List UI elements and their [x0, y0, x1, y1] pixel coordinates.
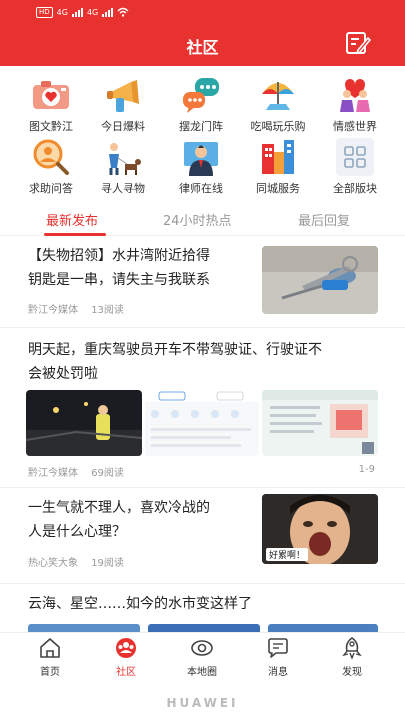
article-title: 云海、星空……如今的水市变这样了 [28, 596, 252, 612]
tab-latest[interactable]: 最新发布 [46, 210, 98, 229]
nav-label: 首页 [40, 667, 60, 678]
tab-last-reply[interactable]: 最后回复 [298, 210, 350, 229]
e-license-thumbnail [262, 390, 378, 456]
grid-item-lawyer-online[interactable]: 律师在线 [166, 132, 236, 195]
app-screenshot-thumbnail [145, 390, 259, 456]
couple-icon [340, 79, 370, 112]
person-dog-icon [109, 143, 141, 175]
nav-home[interactable]: 首页 [20, 637, 80, 678]
nav-label: 本地圈 [187, 667, 217, 678]
nav-discover[interactable]: 发现 [322, 637, 382, 678]
article-source: 黔江今媒体 [28, 305, 78, 316]
image-count: 1-9 [358, 464, 375, 475]
wifi-icon [117, 7, 129, 17]
message-icon [268, 638, 288, 658]
grid-label: 同城服务 [256, 182, 300, 195]
article-reads: 69阅读 [91, 468, 124, 479]
police-night-thumbnail [26, 390, 142, 456]
status-bar: HD 4G 4G [0, 0, 405, 24]
megaphone-icon [107, 80, 139, 112]
article-meta: 黔江今媒体 13阅读 [28, 301, 124, 316]
meme-caption: 好累啊！ [266, 548, 309, 561]
article-meta: 黔江今媒体 69阅读 [28, 464, 124, 479]
article-reads: 13阅读 [91, 305, 124, 316]
local-circle-icon [191, 640, 213, 656]
article-title: 明天起，重庆驾驶员开车不带驾驶证、行驶证不 会被处罚啦 [28, 342, 322, 382]
article-title: 【失物招领】水井湾附近拾得 钥匙是一串，请失主与我联系 [28, 248, 210, 288]
grid-item-all-sections[interactable]: 全部版块 [320, 132, 390, 195]
article-item[interactable]: 一生气就不理人，喜欢冷战的 人是什么心理？ 热心笑大象 19阅读 好累啊！ [0, 488, 405, 584]
all-sections-icon [336, 138, 374, 176]
grid-label: 求助问答 [29, 182, 73, 195]
lawyer-icon [184, 142, 218, 176]
grid-item-chat[interactable]: 摆龙门阵 [166, 70, 236, 133]
app-header: HD 4G 4G 社区 [0, 0, 405, 66]
bottom-nav: 首页 社区 本地圈 消息 发现 [0, 632, 405, 678]
nav-label: 社区 [116, 667, 136, 678]
article-source: 黔江今媒体 [28, 468, 78, 479]
article-item[interactable]: 明天起，重庆驾驶员开车不带驾驶证、行驶证不 会被处罚啦 黔江今媒体 69阅读 1… [0, 328, 405, 488]
signal-icon [102, 7, 114, 17]
nav-messages[interactable]: 消息 [248, 637, 308, 678]
article-item[interactable]: 【失物招领】水井湾附近拾得 钥匙是一串，请失主与我联系 黔江今媒体 13阅读 [0, 236, 405, 328]
community-icon [116, 638, 136, 658]
network-label-1: 4G [56, 7, 68, 17]
grid-item-help-qa[interactable]: 求助问答 [16, 132, 86, 195]
feed-tabs: 最新发布 24小时热点 最后回复 [0, 200, 405, 236]
grid-item-today-tips[interactable]: 今日爆料 [88, 70, 158, 133]
edit-post-icon[interactable] [344, 30, 372, 56]
network-label-2: 4G [86, 7, 99, 17]
rocket-icon [342, 637, 362, 659]
article-item[interactable]: 云海、星空……如今的水市变这样了 [0, 584, 405, 634]
device-brand-logo: HUAWEI [166, 696, 239, 710]
hd-badge: HD [36, 6, 53, 18]
home-icon [40, 638, 60, 658]
grid-label: 寻人寻物 [101, 182, 145, 195]
city-buildings-icon [262, 140, 294, 174]
nav-local-circle[interactable]: 本地圈 [172, 637, 232, 678]
camera-heart-icon [33, 81, 69, 109]
grid-item-photo-qianjiang[interactable]: 图文黔江 [16, 70, 86, 133]
article-title: 一生气就不理人，喜欢冷战的 人是什么心理？ [28, 500, 210, 540]
nav-label: 消息 [268, 667, 288, 678]
nav-label: 发现 [342, 667, 362, 678]
grid-item-food-fun[interactable]: 吃喝玩乐购 [243, 70, 313, 133]
meme-thumbnail: 好累啊！ [262, 494, 378, 564]
keys-thumbnail [262, 246, 378, 314]
article-meta: 热心笑大象 19阅读 [28, 554, 124, 569]
tab-24h-hot[interactable]: 24小时热点 [163, 210, 232, 229]
magnifier-person-icon [33, 139, 69, 175]
nav-community[interactable]: 社区 [96, 637, 156, 678]
grid-item-find-people[interactable]: 寻人寻物 [88, 132, 158, 195]
section-grid: 图文黔江 今日爆料 摆龙门阵 吃喝玩乐购 情感世界 求助问答 寻人寻物 律师在线… [0, 66, 405, 195]
chat-bubbles-icon [183, 78, 219, 113]
article-source: 热心笑大象 [28, 558, 78, 569]
grid-item-emotion-world[interactable]: 情感世界 [320, 70, 390, 133]
grid-item-city-service[interactable]: 同城服务 [243, 132, 313, 195]
beach-umbrella-icon [262, 82, 294, 110]
grid-label: 律师在线 [179, 182, 223, 195]
grid-label: 全部版块 [333, 182, 377, 195]
article-reads: 19阅读 [91, 558, 124, 569]
signal-icon [71, 7, 83, 17]
